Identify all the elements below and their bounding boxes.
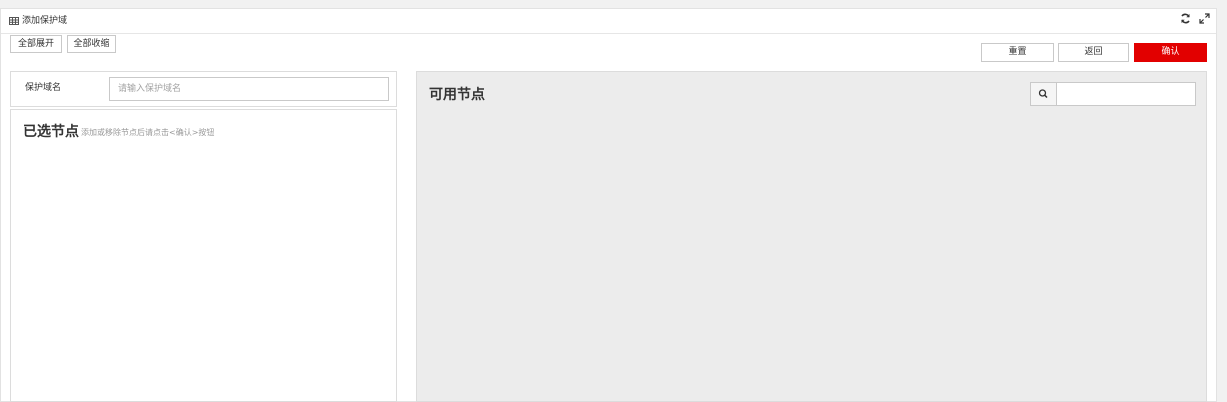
domain-name-label: 保护域名	[25, 83, 62, 93]
page-scrollbar[interactable]	[1217, 0, 1227, 402]
selected-nodes-panel: 已选节点 添加或移除节点后请点击<确认>按钮	[10, 109, 397, 402]
available-nodes-title: 可用节点	[429, 87, 485, 103]
page-title: 添加保护域	[22, 16, 68, 26]
confirm-button[interactable]: 确认	[1134, 43, 1207, 62]
node-search	[1030, 82, 1196, 106]
selected-nodes-title: 已选节点	[23, 124, 79, 140]
domain-name-input[interactable]	[109, 77, 389, 101]
selected-nodes-hint: 添加或移除节点后请点击<确认>按钮	[81, 128, 215, 137]
available-nodes-panel: 可用节点	[416, 71, 1207, 402]
table-icon	[9, 17, 19, 28]
expand-all-button[interactable]: 全部展开	[10, 35, 62, 53]
collapse-all-button[interactable]: 全部收缩	[67, 35, 116, 53]
search-icon[interactable]	[1031, 83, 1057, 105]
header-tools	[1180, 13, 1210, 28]
reset-button[interactable]: 重置	[981, 43, 1054, 62]
back-button[interactable]: 返回	[1058, 43, 1129, 62]
node-search-input[interactable]	[1057, 83, 1193, 105]
refresh-icon[interactable]	[1180, 13, 1191, 28]
expand-icon[interactable]	[1199, 13, 1210, 28]
domain-name-row: 保护域名	[10, 71, 397, 107]
panel-header: 添加保护域	[1, 9, 1216, 34]
